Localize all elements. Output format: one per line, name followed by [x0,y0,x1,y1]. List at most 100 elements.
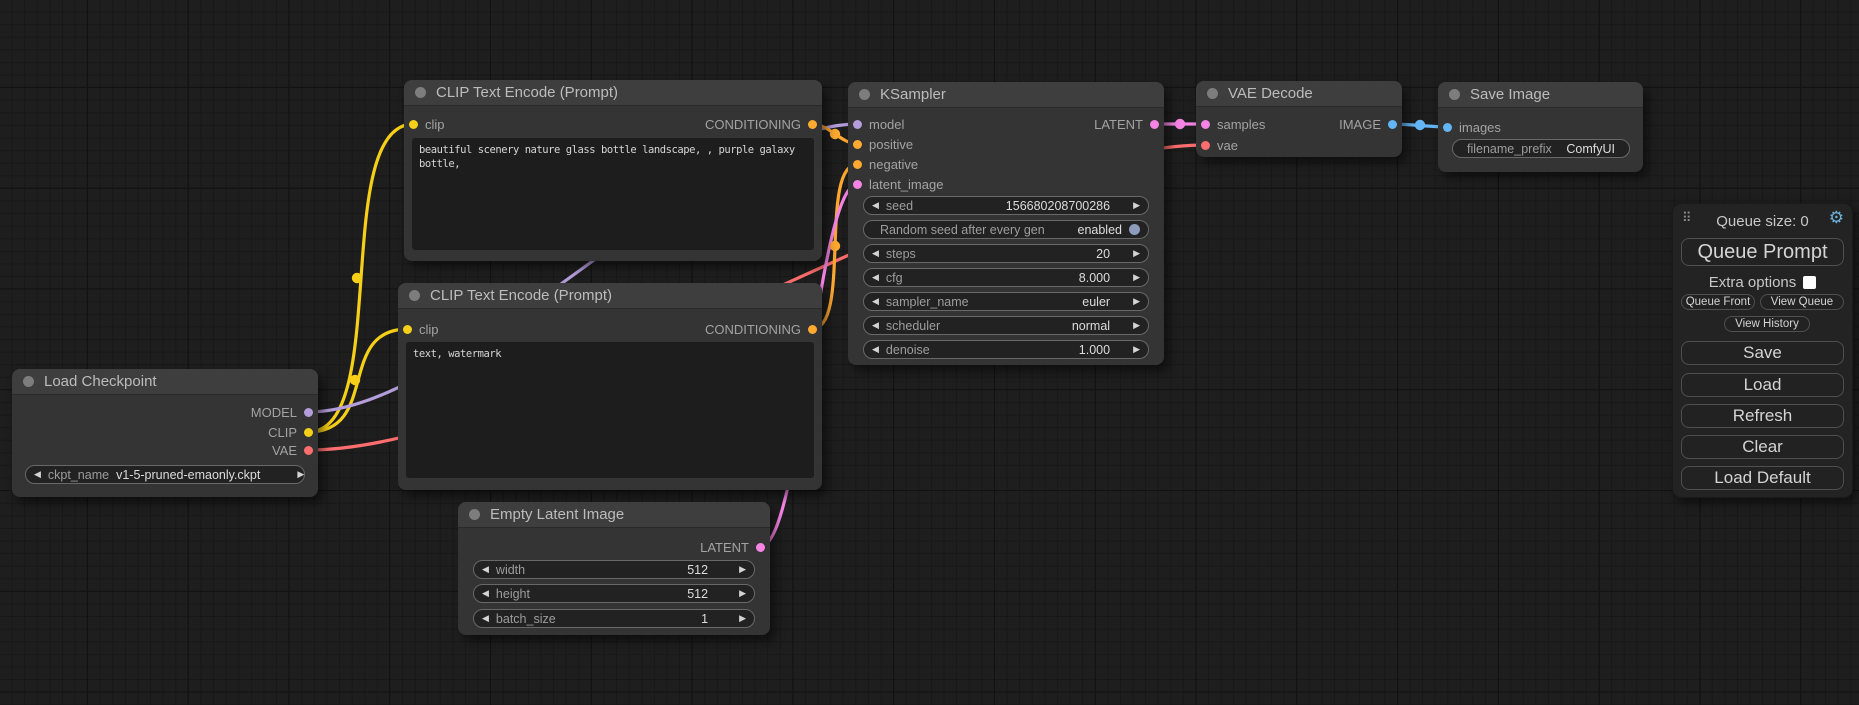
port-dot-latent[interactable] [756,543,765,552]
queue-prompt-button[interactable]: Queue Prompt [1681,238,1844,266]
refresh-button[interactable]: Refresh [1681,404,1844,428]
node-title: CLIP Text Encode (Prompt) [436,84,618,101]
node-header[interactable]: Load Checkpoint [12,369,318,395]
increment-arrow-icon[interactable]: ▶ [297,470,304,479]
widget-width[interactable]: ◀ width 512 ▶ [473,560,755,579]
output-port-conditioning[interactable]: CONDITIONING [705,319,817,339]
decrement-arrow-icon[interactable]: ◀ [482,589,489,598]
port-dot-clip[interactable] [304,428,313,437]
collapse-dot-icon[interactable] [1207,88,1218,99]
node-clip-text-encode-positive: CLIP Text Encode (Prompt) clip CONDITION… [404,80,822,261]
port-dot-conditioning[interactable] [853,140,862,149]
node-save-image: Save Image images filename_prefix ComfyU… [1438,82,1643,172]
decrement-arrow-icon[interactable]: ◀ [872,345,879,354]
output-port-clip[interactable]: CLIP [268,422,313,442]
increment-arrow-icon[interactable]: ▶ [1133,273,1140,282]
port-dot-latent[interactable] [1201,120,1210,129]
load-default-button[interactable]: Load Default [1681,466,1844,490]
widget-batch-size[interactable]: ◀ batch_size 1 ▶ [473,609,755,628]
decrement-arrow-icon[interactable]: ◀ [482,565,489,574]
collapse-dot-icon[interactable] [415,87,426,98]
collapse-dot-icon[interactable] [409,290,420,301]
widget-sampler-name[interactable]: ◀ sampler_name euler ▶ [863,292,1149,311]
node-vae-decode: VAE Decode samples vae IMAGE [1196,81,1402,157]
view-history-button[interactable]: View History [1724,316,1810,332]
port-dot-conditioning[interactable] [853,160,862,169]
decrement-arrow-icon[interactable]: ◀ [872,249,879,258]
node-header[interactable]: KSampler [848,82,1164,108]
output-port-latent[interactable]: LATENT [700,537,765,557]
queue-front-button[interactable]: Queue Front [1681,294,1755,310]
port-dot-image[interactable] [1443,123,1452,132]
increment-arrow-icon[interactable]: ▶ [1133,297,1140,306]
decrement-arrow-icon[interactable]: ◀ [872,297,879,306]
collapse-dot-icon[interactable] [859,89,870,100]
widget-height[interactable]: ◀ height 512 ▶ [473,584,755,603]
port-dot-model[interactable] [304,408,313,417]
link-midpoint-dot [830,129,840,139]
node-header[interactable]: CLIP Text Encode (Prompt) [398,283,822,309]
input-port-latent-image[interactable]: latent_image [853,174,943,194]
input-port-vae[interactable]: vae [1201,135,1238,155]
increment-arrow-icon[interactable]: ▶ [739,565,746,574]
output-port-model[interactable]: MODEL [251,402,313,422]
port-dot-conditioning[interactable] [808,325,817,334]
node-header[interactable]: Empty Latent Image [458,502,770,528]
input-port-clip[interactable]: clip [403,319,439,339]
prompt-textarea[interactable]: text, watermark [406,342,814,478]
output-port-vae[interactable]: VAE [272,440,313,460]
gear-icon[interactable]: ⚙ [1829,209,1844,226]
input-port-images[interactable]: images [1443,117,1501,137]
output-port-latent[interactable]: LATENT [1094,114,1159,134]
collapse-dot-icon[interactable] [1449,89,1460,100]
decrement-arrow-icon[interactable]: ◀ [482,614,489,623]
increment-arrow-icon[interactable]: ▶ [739,589,746,598]
input-port-samples[interactable]: samples [1201,114,1265,134]
collapse-dot-icon[interactable] [469,509,480,520]
link-midpoint-dot [830,241,840,251]
output-port-image[interactable]: IMAGE [1339,114,1397,134]
input-port-negative[interactable]: negative [853,154,918,174]
save-button[interactable]: Save [1681,341,1844,365]
input-port-clip[interactable]: clip [409,114,445,134]
increment-arrow-icon[interactable]: ▶ [1133,321,1140,330]
port-dot-clip[interactable] [409,120,418,129]
widget-scheduler[interactable]: ◀ scheduler normal ▶ [863,316,1149,335]
port-dot-vae[interactable] [304,446,313,455]
widget-filename-prefix[interactable]: filename_prefix ComfyUI [1452,139,1630,158]
port-dot-image[interactable] [1388,120,1397,129]
widget-denoise[interactable]: ◀ denoise 1.000 ▶ [863,340,1149,359]
port-dot-clip[interactable] [403,325,412,334]
increment-arrow-icon[interactable]: ▶ [1133,345,1140,354]
view-queue-button[interactable]: View Queue [1760,294,1844,310]
decrement-arrow-icon[interactable]: ◀ [872,273,879,282]
widget-seed[interactable]: ◀ seed 156680208700286 ▶ [863,196,1149,215]
input-port-positive[interactable]: positive [853,134,913,154]
clear-button[interactable]: Clear [1681,435,1844,459]
node-header[interactable]: Save Image [1438,82,1643,108]
increment-arrow-icon[interactable]: ▶ [1133,201,1140,210]
decrement-arrow-icon[interactable]: ◀ [34,470,41,479]
port-dot-model[interactable] [853,120,862,129]
extra-options-checkbox[interactable] [1803,276,1816,289]
node-header[interactable]: VAE Decode [1196,81,1402,107]
decrement-arrow-icon[interactable]: ◀ [872,201,879,210]
increment-arrow-icon[interactable]: ▶ [739,614,746,623]
increment-arrow-icon[interactable]: ▶ [1133,249,1140,258]
output-port-conditioning[interactable]: CONDITIONING [705,114,817,134]
port-dot-latent[interactable] [853,180,862,189]
widget-steps[interactable]: ◀ steps 20 ▶ [863,244,1149,263]
port-dot-conditioning[interactable] [808,120,817,129]
load-button[interactable]: Load [1681,373,1844,397]
prompt-textarea[interactable]: beautiful scenery nature glass bottle la… [412,138,814,250]
input-port-model[interactable]: model [853,114,904,134]
widget-cfg[interactable]: ◀ cfg 8.000 ▶ [863,268,1149,287]
collapse-dot-icon[interactable] [23,376,34,387]
node-header[interactable]: CLIP Text Encode (Prompt) [404,80,822,106]
decrement-arrow-icon[interactable]: ◀ [872,321,879,330]
toggle-enabled-icon[interactable] [1129,224,1140,235]
widget-random-seed-toggle[interactable]: Random seed after every gen enabled [863,220,1149,239]
port-dot-latent[interactable] [1150,120,1159,129]
widget-ckpt-name[interactable]: ◀ ckpt_name v1-5-pruned-emaonly.ckpt ▶ [25,465,305,484]
port-dot-vae[interactable] [1201,141,1210,150]
